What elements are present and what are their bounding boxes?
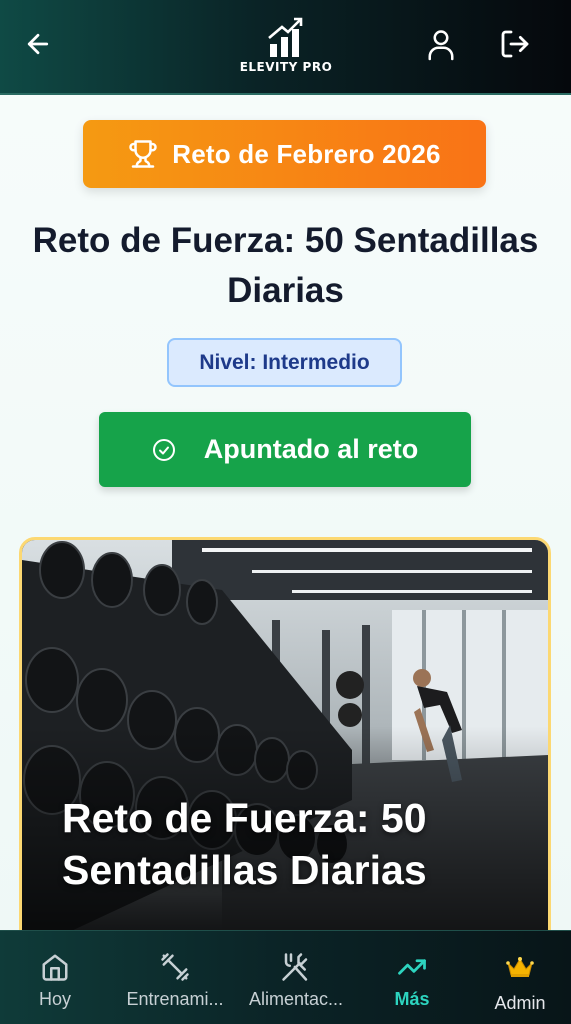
nav-item-mas[interactable]: Más [352, 931, 472, 1024]
nav-label-mas: Más [394, 989, 430, 1009]
challenge-title: Reto de Fuerza: 50 Sentadillas Diarias [32, 221, 539, 310]
chart-logo-icon [268, 17, 303, 57]
monthly-challenge-badge: Reto de Febrero 2026 [83, 120, 486, 188]
bottom-navigation: Hoy Entrenami... Alimentac... Más Admin [0, 930, 571, 1024]
logout-icon [501, 30, 529, 58]
nav-label-entrenamiento: Entrenami... [126, 989, 224, 1009]
nav-label-admin: Admin [494, 993, 546, 1013]
check-circle-icon [152, 438, 175, 461]
join-button-label: Apuntado al reto [203, 434, 419, 464]
arrow-left-icon [27, 33, 49, 55]
crown-icon [506, 957, 534, 977]
trending-up-icon [398, 959, 426, 975]
challenge-badge-label: Reto de Febrero 2026 [172, 138, 441, 169]
nav-label-hoy: Hoy [38, 989, 71, 1009]
app-header: ELEVITY PRO [0, 0, 571, 95]
hero-title: Reto de Fuerza: 50 Sentadillas Diarias [62, 795, 427, 893]
app-logo: ELEVITY PRO [226, 16, 346, 78]
home-icon [42, 954, 68, 981]
nav-label-alimentacion: Alimentac... [248, 989, 344, 1009]
nav-item-entrenamiento[interactable]: Entrenami... [115, 931, 235, 1024]
profile-button[interactable] [421, 24, 461, 64]
back-button[interactable] [18, 24, 58, 64]
dumbbell-icon [161, 953, 189, 981]
user-icon [428, 30, 454, 61]
challenge-hero-card[interactable]: Reto de Fuerza: 50 Sentadillas Diarias [19, 537, 551, 957]
level-badge: Nivel: Intermedio [167, 338, 402, 387]
nav-item-hoy[interactable]: Hoy [0, 931, 115, 1024]
nav-item-alimentacion[interactable]: Alimentac... [236, 931, 356, 1024]
logout-button[interactable] [495, 24, 535, 64]
trophy-icon [129, 140, 157, 168]
joined-challenge-button[interactable]: Apuntado al reto [99, 412, 471, 487]
logo-text: ELEVITY PRO [239, 60, 333, 74]
utensils-icon [282, 953, 308, 981]
nav-item-admin[interactable]: Admin [460, 931, 571, 1024]
